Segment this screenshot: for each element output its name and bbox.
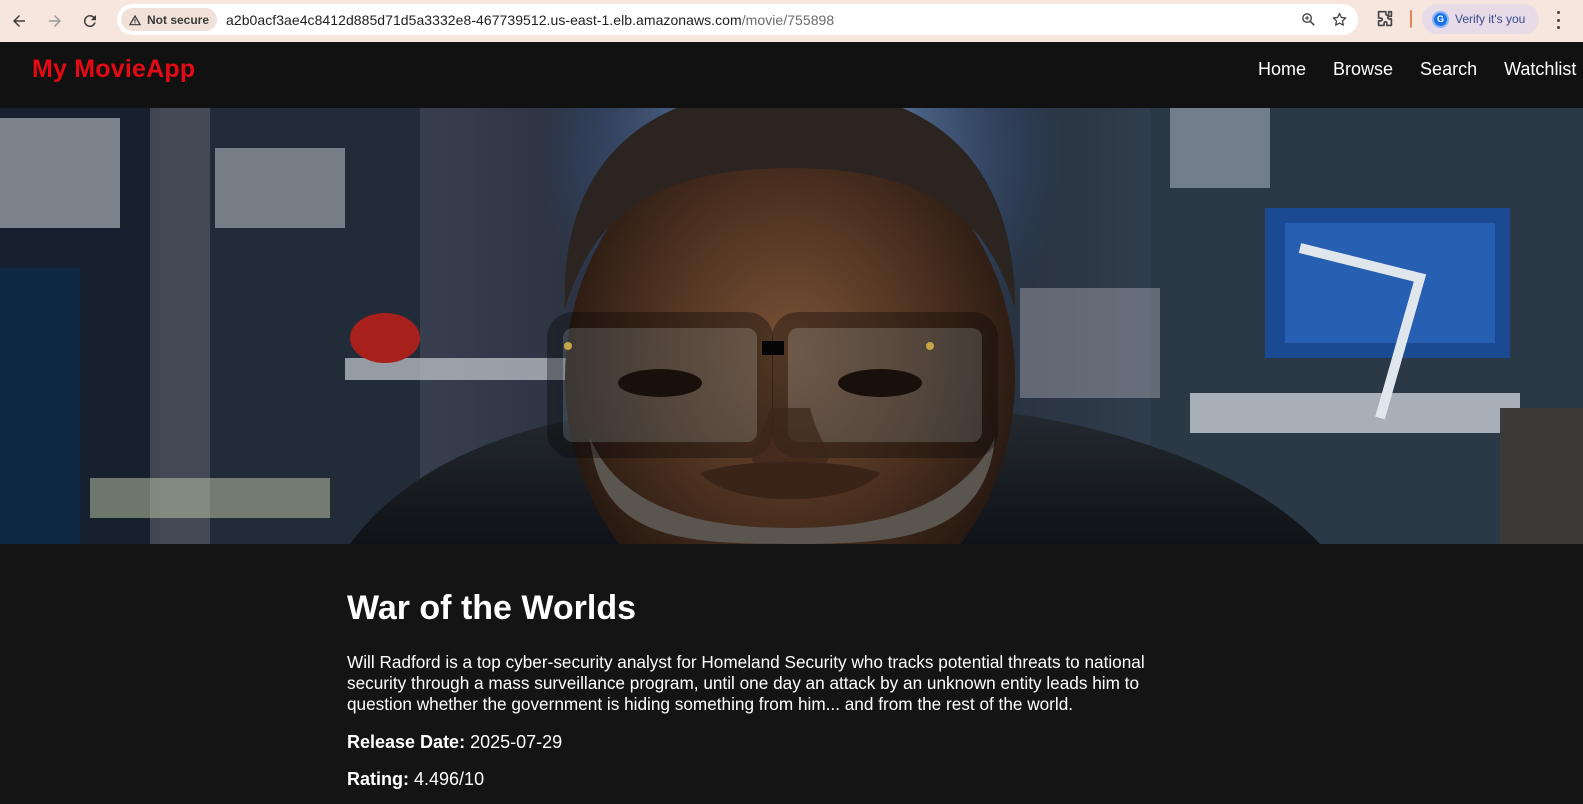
forward-button[interactable]	[38, 4, 72, 38]
bookmark-star-icon[interactable]	[1331, 11, 1348, 28]
reload-icon	[83, 15, 96, 28]
warning-triangle-icon	[128, 14, 142, 25]
extensions-puzzle-icon[interactable]	[1374, 8, 1396, 30]
url-host: a2b0acf3ae4c8412d885d71d5a3332e8-4677395…	[226, 11, 742, 28]
nav-home[interactable]: Home	[1258, 59, 1306, 80]
url-path: /movie/755898	[741, 11, 835, 28]
app-header: My MovieApp Home Browse Search Watchlist	[0, 42, 1583, 108]
rating-label: Rating:	[347, 769, 409, 789]
dot-icon	[1556, 11, 1560, 14]
movie-details: War of the Worlds Will Radford is a top …	[0, 544, 1583, 804]
nav-search[interactable]: Search	[1420, 59, 1477, 80]
backdrop-image	[0, 108, 1583, 544]
toolbar-divider	[1410, 10, 1412, 28]
movie-title: War of the Worlds	[347, 589, 636, 627]
main-nav: Home Browse Search Watchlist	[1258, 59, 1583, 80]
release-date-label: Release Date:	[347, 732, 466, 752]
security-label: Not secure	[147, 12, 210, 27]
release-date-value: 2025-07-29	[470, 732, 563, 752]
back-button[interactable]	[2, 4, 36, 38]
arrow-left-icon	[13, 15, 25, 27]
rating-row: Rating: 4.496/10	[347, 769, 484, 790]
verify-profile-button[interactable]: G Verify it's you	[1422, 4, 1539, 34]
profile-avatar: G	[1432, 10, 1449, 28]
browser-menu-button[interactable]	[1553, 10, 1563, 30]
movie-backdrop	[0, 108, 1583, 544]
address-bar[interactable]: Not secure a2b0acf3ae4c8412d885d71d5a333…	[117, 4, 1358, 35]
release-date-row: Release Date: 2025-07-29	[347, 732, 562, 753]
dot-icon	[1556, 26, 1560, 29]
browser-toolbar: Not secure a2b0acf3ae4c8412d885d71d5a333…	[0, 0, 1583, 42]
rating-value: 4.496/10	[414, 769, 485, 789]
dot-icon	[1556, 18, 1560, 22]
nav-browse[interactable]: Browse	[1333, 59, 1393, 80]
zoom-icon[interactable]	[1300, 11, 1317, 28]
arrow-right-icon	[49, 15, 61, 27]
reload-button[interactable]	[73, 4, 107, 38]
brand-logo[interactable]: My MovieApp	[32, 55, 195, 84]
nav-watchlist[interactable]: Watchlist	[1504, 59, 1576, 80]
url-text: a2b0acf3ae4c8412d885d71d5a3332e8-4677395…	[226, 12, 834, 28]
verify-label: Verify it's you	[1455, 12, 1526, 26]
movie-overview: Will Radford is a top cyber-security ana…	[347, 652, 1145, 714]
security-indicator[interactable]: Not secure	[121, 8, 218, 31]
